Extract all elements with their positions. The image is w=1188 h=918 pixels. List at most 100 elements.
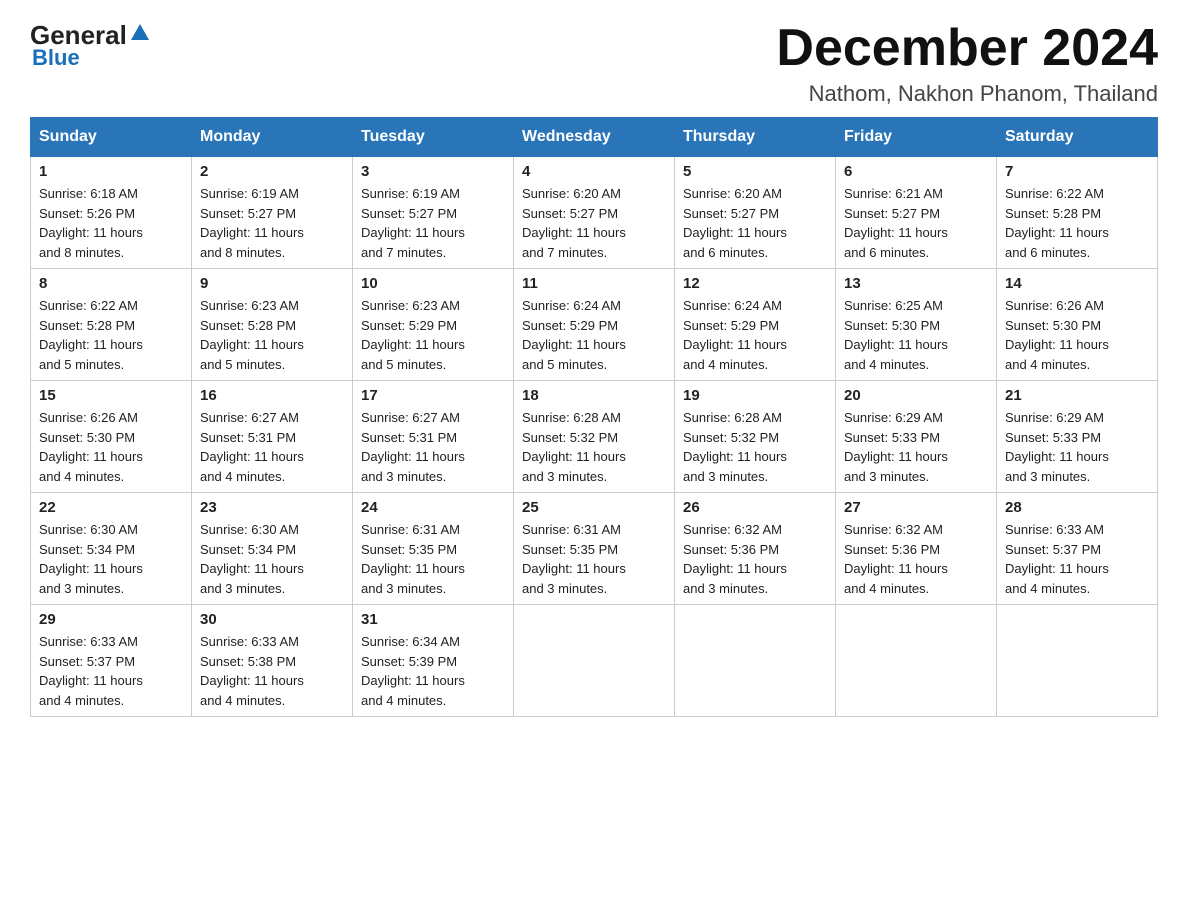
calendar-cell: 20 Sunrise: 6:29 AM Sunset: 5:33 PM Dayl… [836,381,997,493]
day-number: 19 [683,387,827,404]
day-number: 11 [522,275,666,292]
calendar-cell: 29 Sunrise: 6:33 AM Sunset: 5:37 PM Dayl… [31,605,192,717]
day-info: Sunrise: 6:21 AM Sunset: 5:27 PM Dayligh… [844,184,988,262]
day-number: 6 [844,163,988,180]
day-number: 20 [844,387,988,404]
day-info: Sunrise: 6:31 AM Sunset: 5:35 PM Dayligh… [522,520,666,598]
day-info: Sunrise: 6:24 AM Sunset: 5:29 PM Dayligh… [683,296,827,374]
day-info: Sunrise: 6:30 AM Sunset: 5:34 PM Dayligh… [200,520,344,598]
logo: General Blue [30,20,151,71]
calendar-week-1: 1 Sunrise: 6:18 AM Sunset: 5:26 PM Dayli… [31,157,1158,269]
calendar-cell: 27 Sunrise: 6:32 AM Sunset: 5:36 PM Dayl… [836,493,997,605]
day-info: Sunrise: 6:24 AM Sunset: 5:29 PM Dayligh… [522,296,666,374]
calendar-week-2: 8 Sunrise: 6:22 AM Sunset: 5:28 PM Dayli… [31,269,1158,381]
calendar-cell: 28 Sunrise: 6:33 AM Sunset: 5:37 PM Dayl… [997,493,1158,605]
day-number: 30 [200,611,344,628]
day-number: 27 [844,499,988,516]
day-info: Sunrise: 6:29 AM Sunset: 5:33 PM Dayligh… [844,408,988,486]
day-number: 23 [200,499,344,516]
calendar-cell: 12 Sunrise: 6:24 AM Sunset: 5:29 PM Dayl… [675,269,836,381]
day-info: Sunrise: 6:33 AM Sunset: 5:37 PM Dayligh… [39,632,183,710]
col-monday: Monday [192,118,353,157]
calendar-cell: 22 Sunrise: 6:30 AM Sunset: 5:34 PM Dayl… [31,493,192,605]
day-number: 26 [683,499,827,516]
calendar-cell: 9 Sunrise: 6:23 AM Sunset: 5:28 PM Dayli… [192,269,353,381]
day-info: Sunrise: 6:32 AM Sunset: 5:36 PM Dayligh… [844,520,988,598]
day-info: Sunrise: 6:33 AM Sunset: 5:37 PM Dayligh… [1005,520,1149,598]
day-info: Sunrise: 6:20 AM Sunset: 5:27 PM Dayligh… [683,184,827,262]
day-info: Sunrise: 6:33 AM Sunset: 5:38 PM Dayligh… [200,632,344,710]
day-info: Sunrise: 6:26 AM Sunset: 5:30 PM Dayligh… [1005,296,1149,374]
col-thursday: Thursday [675,118,836,157]
day-info: Sunrise: 6:32 AM Sunset: 5:36 PM Dayligh… [683,520,827,598]
month-title: December 2024 [776,20,1158,77]
calendar-cell: 14 Sunrise: 6:26 AM Sunset: 5:30 PM Dayl… [997,269,1158,381]
title-block: December 2024 Nathom, Nakhon Phanom, Tha… [776,20,1158,107]
day-number: 3 [361,163,505,180]
day-number: 12 [683,275,827,292]
day-info: Sunrise: 6:20 AM Sunset: 5:27 PM Dayligh… [522,184,666,262]
day-number: 7 [1005,163,1149,180]
page-header: General Blue December 2024 Nathom, Nakho… [30,20,1158,107]
day-number: 24 [361,499,505,516]
day-info: Sunrise: 6:27 AM Sunset: 5:31 PM Dayligh… [200,408,344,486]
calendar-cell: 5 Sunrise: 6:20 AM Sunset: 5:27 PM Dayli… [675,157,836,269]
day-number: 31 [361,611,505,628]
calendar-cell: 4 Sunrise: 6:20 AM Sunset: 5:27 PM Dayli… [514,157,675,269]
calendar-cell: 19 Sunrise: 6:28 AM Sunset: 5:32 PM Dayl… [675,381,836,493]
day-number: 5 [683,163,827,180]
calendar-cell: 17 Sunrise: 6:27 AM Sunset: 5:31 PM Dayl… [353,381,514,493]
day-number: 4 [522,163,666,180]
calendar-cell: 25 Sunrise: 6:31 AM Sunset: 5:35 PM Dayl… [514,493,675,605]
day-info: Sunrise: 6:19 AM Sunset: 5:27 PM Dayligh… [200,184,344,262]
calendar-cell: 24 Sunrise: 6:31 AM Sunset: 5:35 PM Dayl… [353,493,514,605]
calendar-week-5: 29 Sunrise: 6:33 AM Sunset: 5:37 PM Dayl… [31,605,1158,717]
day-info: Sunrise: 6:28 AM Sunset: 5:32 PM Dayligh… [522,408,666,486]
day-number: 1 [39,163,183,180]
calendar-table: Sunday Monday Tuesday Wednesday Thursday… [30,117,1158,717]
calendar-cell: 7 Sunrise: 6:22 AM Sunset: 5:28 PM Dayli… [997,157,1158,269]
day-number: 21 [1005,387,1149,404]
calendar-cell: 31 Sunrise: 6:34 AM Sunset: 5:39 PM Dayl… [353,605,514,717]
day-number: 25 [522,499,666,516]
calendar-cell: 26 Sunrise: 6:32 AM Sunset: 5:36 PM Dayl… [675,493,836,605]
day-info: Sunrise: 6:23 AM Sunset: 5:28 PM Dayligh… [200,296,344,374]
day-info: Sunrise: 6:22 AM Sunset: 5:28 PM Dayligh… [39,296,183,374]
day-info: Sunrise: 6:18 AM Sunset: 5:26 PM Dayligh… [39,184,183,262]
day-number: 9 [200,275,344,292]
logo-blue-text: Blue [32,45,80,71]
calendar-cell [997,605,1158,717]
calendar-cell: 11 Sunrise: 6:24 AM Sunset: 5:29 PM Dayl… [514,269,675,381]
calendar-cell [836,605,997,717]
day-info: Sunrise: 6:29 AM Sunset: 5:33 PM Dayligh… [1005,408,1149,486]
calendar-cell [514,605,675,717]
col-wednesday: Wednesday [514,118,675,157]
day-info: Sunrise: 6:22 AM Sunset: 5:28 PM Dayligh… [1005,184,1149,262]
calendar-cell: 18 Sunrise: 6:28 AM Sunset: 5:32 PM Dayl… [514,381,675,493]
calendar-cell [675,605,836,717]
day-info: Sunrise: 6:31 AM Sunset: 5:35 PM Dayligh… [361,520,505,598]
col-sunday: Sunday [31,118,192,157]
col-tuesday: Tuesday [353,118,514,157]
day-number: 13 [844,275,988,292]
day-info: Sunrise: 6:25 AM Sunset: 5:30 PM Dayligh… [844,296,988,374]
calendar-cell: 2 Sunrise: 6:19 AM Sunset: 5:27 PM Dayli… [192,157,353,269]
day-info: Sunrise: 6:34 AM Sunset: 5:39 PM Dayligh… [361,632,505,710]
calendar-cell: 1 Sunrise: 6:18 AM Sunset: 5:26 PM Dayli… [31,157,192,269]
calendar-header-row: Sunday Monday Tuesday Wednesday Thursday… [31,118,1158,157]
day-number: 2 [200,163,344,180]
calendar-cell: 16 Sunrise: 6:27 AM Sunset: 5:31 PM Dayl… [192,381,353,493]
day-number: 16 [200,387,344,404]
calendar-cell: 10 Sunrise: 6:23 AM Sunset: 5:29 PM Dayl… [353,269,514,381]
calendar-cell: 30 Sunrise: 6:33 AM Sunset: 5:38 PM Dayl… [192,605,353,717]
calendar-cell: 8 Sunrise: 6:22 AM Sunset: 5:28 PM Dayli… [31,269,192,381]
day-info: Sunrise: 6:23 AM Sunset: 5:29 PM Dayligh… [361,296,505,374]
day-number: 10 [361,275,505,292]
logo-icon [129,22,151,44]
col-saturday: Saturday [997,118,1158,157]
day-info: Sunrise: 6:30 AM Sunset: 5:34 PM Dayligh… [39,520,183,598]
calendar-week-4: 22 Sunrise: 6:30 AM Sunset: 5:34 PM Dayl… [31,493,1158,605]
day-number: 14 [1005,275,1149,292]
calendar-week-3: 15 Sunrise: 6:26 AM Sunset: 5:30 PM Dayl… [31,381,1158,493]
calendar-cell: 23 Sunrise: 6:30 AM Sunset: 5:34 PM Dayl… [192,493,353,605]
